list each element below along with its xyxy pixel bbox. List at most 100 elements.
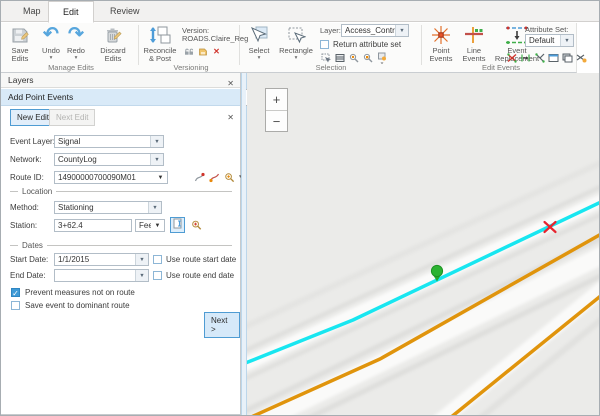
rectangle-label: Rectangle — [277, 47, 315, 55]
network-label: Network: — [10, 153, 42, 166]
move-event-icon[interactable] — [534, 52, 545, 63]
save-version-icon[interactable] — [197, 46, 208, 57]
station-label: Station: — [10, 219, 37, 232]
save-edits-button[interactable]: Save Edits — [3, 24, 37, 63]
route-id-label: Route ID: — [10, 171, 44, 184]
selection-attributes-icon[interactable] — [334, 52, 345, 63]
split-event-icon[interactable] — [506, 52, 517, 63]
reconcile-post-button[interactable]: Reconcile & Post — [142, 24, 178, 63]
station-input[interactable] — [54, 219, 132, 232]
ribbon-tabbar: Map Edit Review — [1, 1, 599, 22]
rectangle-select-button[interactable]: Rectangle ▾ — [277, 24, 315, 61]
line-events-button[interactable]: Line Events — [459, 24, 489, 63]
rectangle-dropdown-caret[interactable]: ▾ — [277, 56, 315, 61]
add-point-events-header: Add Point Events ✕ — [1, 89, 240, 106]
undo-dropdown-caret[interactable]: ▾ — [39, 56, 63, 61]
pan-to-selection-icon[interactable] — [362, 52, 373, 63]
prevent-measures-label: Prevent measures not on route — [25, 287, 135, 298]
add-point-events-close-icon[interactable]: ✕ — [227, 109, 234, 126]
layer-select[interactable]: Access_Control ▼ — [341, 24, 409, 37]
map-graphics — [247, 73, 599, 415]
event-layer-label: Event Layer: — [10, 135, 55, 148]
chevron-down-icon: ▼ — [151, 220, 164, 231]
group-separator — [239, 25, 240, 65]
dates-section-separator: Dates — [10, 241, 232, 250]
method-select[interactable]: Stationing ▼ — [54, 201, 162, 214]
retire-event-icon[interactable] — [520, 52, 531, 63]
refresh-version-icon[interactable] — [183, 46, 194, 57]
selection-options-icon[interactable] — [376, 52, 387, 63]
line-events-label: Line Events — [459, 47, 489, 63]
location-section-separator: Location — [10, 187, 232, 196]
save-edits-icon — [3, 24, 37, 46]
zoom-in-button[interactable]: + — [266, 89, 287, 110]
use-route-start-checkbox[interactable] — [153, 255, 162, 264]
tab-edit[interactable]: Edit — [48, 1, 94, 23]
next-button[interactable]: Next > — [204, 312, 240, 338]
route-id-tools: ▾ — [194, 172, 242, 183]
group-separator — [138, 25, 139, 65]
edit-events-group-label: Edit Events — [456, 63, 546, 72]
layers-pane-title: Layers — [8, 75, 34, 85]
delete-version-icon[interactable]: ✕ — [211, 46, 222, 57]
redo-button[interactable]: ↷ Redo ▾ — [64, 24, 88, 61]
attribute-set-select[interactable]: Default ▼ — [525, 34, 574, 47]
method-label: Method: — [10, 201, 39, 214]
undo-label: Undo — [39, 47, 63, 55]
identify-route-icon[interactable] — [194, 172, 205, 183]
end-date-label: End Date: — [10, 269, 46, 282]
chevron-down-icon: ▼ — [560, 35, 573, 46]
manage-edits-group-label: Manage Edits — [21, 63, 121, 72]
select-dropdown-caret[interactable]: ▾ — [245, 56, 273, 61]
units-select[interactable]: Feet ▼ — [135, 219, 165, 232]
use-route-end-checkbox[interactable] — [153, 271, 162, 280]
chevron-down-icon: ▼ — [148, 202, 161, 213]
reconcile-post-label: Reconcile & Post — [142, 47, 178, 63]
start-date-value: 1/1/2015 — [55, 254, 135, 265]
point-events-icon — [425, 24, 457, 46]
end-date-value — [55, 270, 135, 281]
discard-edits-button[interactable]: Discard Edits — [91, 24, 135, 63]
return-attribute-set-checkbox[interactable] — [320, 40, 329, 49]
versioning-small-icons: ✕ — [183, 46, 222, 57]
select-label: Select — [245, 47, 273, 55]
zoom-out-button[interactable]: − — [266, 110, 287, 131]
event-options-icon[interactable] — [576, 52, 587, 63]
zoom-to-route-icon[interactable] — [224, 172, 235, 183]
select-by-shape-icon[interactable] — [320, 52, 331, 63]
tab-review[interactable]: Review — [96, 1, 154, 22]
event-layer-select[interactable]: Signal ▼ — [54, 135, 164, 148]
next-edit-button[interactable]: Next Edit — [49, 109, 95, 126]
prevent-measures-checkbox[interactable]: ✓ — [11, 288, 20, 297]
redo-dropdown-caret[interactable]: ▾ — [64, 56, 88, 61]
line-events-icon — [459, 24, 489, 46]
return-attribute-set-label: Return attribute set — [333, 39, 401, 50]
chevron-down-icon: ▼ — [395, 25, 408, 36]
map-canvas[interactable]: + − — [247, 73, 599, 415]
end-date-picker[interactable]: ▼ — [54, 269, 149, 282]
undo-button[interactable]: ↶ Undo ▾ — [39, 24, 63, 61]
units-value: Feet — [136, 220, 151, 231]
save-edits-label: Save Edits — [3, 47, 37, 63]
route-id-combo[interactable]: 14900000700090M01 ▼ — [54, 171, 168, 184]
zoom-to-selection-icon[interactable] — [348, 52, 359, 63]
chevron-down-icon: ▼ — [150, 154, 163, 165]
copy-events-icon[interactable] — [562, 52, 573, 63]
chevron-down-icon: ▼ — [154, 172, 167, 183]
point-events-button[interactable]: Point Events — [425, 24, 457, 63]
selection-group-label: Selection — [291, 63, 371, 72]
attribute-set-label: Attribute Set: — [525, 25, 568, 34]
save-dominant-label: Save event to dominant route — [25, 300, 130, 311]
select-button[interactable]: Select ▾ — [245, 24, 273, 61]
start-date-picker[interactable]: 1/1/2015 ▼ — [54, 253, 149, 266]
event-attributes-window-icon[interactable] — [548, 52, 559, 63]
select-route-icon[interactable] — [209, 172, 220, 183]
reconcile-post-icon — [142, 24, 178, 46]
pick-location-button[interactable] — [170, 217, 185, 233]
location-section-label: Location — [22, 187, 52, 196]
method-value: Stationing — [55, 202, 148, 213]
chevron-down-icon: ▼ — [135, 254, 148, 265]
zoom-to-station-icon[interactable] — [191, 219, 202, 230]
save-dominant-checkbox[interactable] — [11, 301, 20, 310]
network-select[interactable]: CountyLog ▼ — [54, 153, 164, 166]
